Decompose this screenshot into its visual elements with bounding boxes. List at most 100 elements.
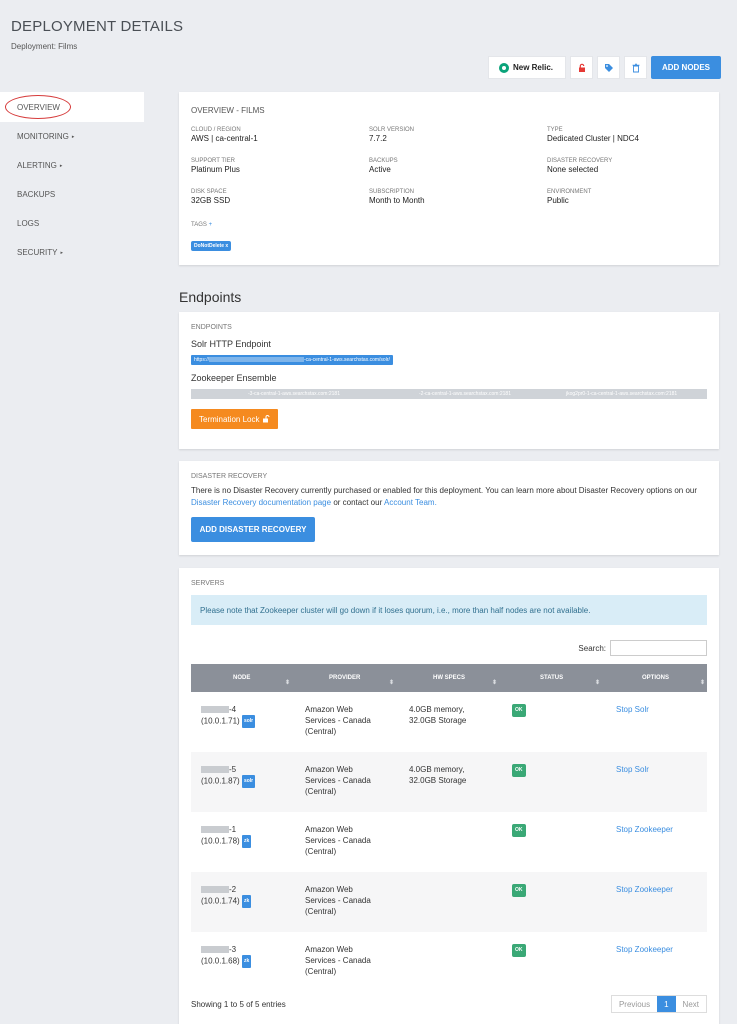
provider-line: Services - Canada	[305, 956, 371, 965]
sidebar-item-security[interactable]: SECURITY ▸	[0, 238, 144, 267]
status-badge: OK	[512, 764, 526, 777]
provider-line: Services - Canada	[305, 896, 371, 905]
overview-title: OVERVIEW - FILMS	[191, 106, 265, 115]
disaster-recovery-card: DISASTER RECOVERY There is no Disaster R…	[179, 461, 719, 555]
stop-solr-link[interactable]: Stop Solr	[616, 705, 649, 714]
sidebar-item-logs[interactable]: LOGS	[0, 209, 144, 238]
sidebar-item-alerting[interactable]: ALERTING ▸	[0, 151, 144, 180]
provider-line: Amazon Web	[305, 825, 353, 834]
column-node[interactable]: NODE	[233, 675, 250, 681]
lock-button[interactable]	[570, 56, 593, 79]
field-value: Platinum Plus	[191, 165, 240, 174]
table-row: -1 (10.0.1.78) zk Amazon Web Services - Ca…	[191, 812, 707, 872]
redacted-node	[201, 826, 229, 834]
provider-cell: Amazon Web Services - Canada (Central)	[305, 764, 371, 797]
url-suffix: -ca-central-1-aws.searchstax.com/solr/	[304, 357, 390, 363]
node-name: -2	[229, 885, 237, 894]
provider-line: (Central)	[305, 727, 337, 736]
page-1-button[interactable]: 1	[657, 996, 676, 1012]
field-solr-version: SOLR VERSION 7.7.2	[369, 127, 414, 143]
options-cell: Stop Zookeeper	[616, 884, 673, 895]
status-cell: OK	[512, 883, 526, 897]
lock-icon	[578, 63, 585, 72]
add-nodes-button[interactable]: ADD NODES	[651, 56, 721, 79]
zk-host: jkog2pr0-1-ca-central-1-aws.searchstax.c…	[566, 391, 678, 397]
provider-line: Services - Canada	[305, 836, 371, 845]
sort-icon: ⬍	[492, 680, 498, 686]
tags-label-text: TAGS	[191, 222, 207, 228]
field-type: TYPE Dedicated Cluster | NDC4	[547, 127, 639, 143]
provider-line: Services - Canada	[305, 716, 371, 725]
table-row: -5 (10.0.1.87) solr Amazon Web Services - …	[191, 752, 707, 812]
add-tag-button[interactable]: +	[209, 222, 213, 228]
entries-count: Showing 1 to 5 of 5 entries	[191, 1000, 286, 1009]
status-cell: OK	[512, 943, 526, 957]
provider-cell: Amazon Web Services - Canada (Central)	[305, 884, 371, 917]
sidebar-item-backups[interactable]: BACKUPS	[0, 180, 144, 209]
solr-endpoint-url[interactable]: https:// -ca-central-1-aws.searchstax.com…	[191, 355, 393, 365]
trash-icon	[632, 63, 639, 72]
node-ip: (10.0.1.87)	[201, 776, 240, 786]
dr-text-part: or contact our	[333, 498, 383, 507]
delete-button[interactable]	[624, 56, 647, 79]
redacted-node	[201, 706, 229, 714]
spec-line: 4.0GB memory,	[409, 705, 465, 714]
provider-line: Amazon Web	[305, 945, 353, 954]
previous-page-button[interactable]: Previous	[611, 996, 658, 1012]
account-team-link[interactable]: Account Team.	[384, 498, 437, 507]
tag-icon	[604, 63, 613, 72]
termination-lock-button[interactable]: Termination Lock	[191, 409, 279, 429]
dr-docs-link[interactable]: Disaster Recovery documentation page	[191, 498, 331, 507]
toolbar: New Relic. ADD NODES	[487, 56, 721, 79]
new-relic-button[interactable]: New Relic.	[487, 56, 566, 79]
search-input[interactable]	[610, 640, 707, 656]
provider-line: (Central)	[305, 967, 337, 976]
sort-icon: ⬍	[285, 680, 291, 686]
stop-zookeeper-link[interactable]: Stop Zookeeper	[616, 945, 673, 954]
next-page-button[interactable]: Next	[675, 996, 706, 1012]
role-badge: zk	[241, 955, 252, 968]
zookeeper-ensemble[interactable]: -3-ca-central-1-aws.searchstax.com:2181 …	[191, 389, 707, 399]
column-hw-specs[interactable]: HW SPECS	[433, 675, 465, 681]
table-row: -2 (10.0.1.74) zk Amazon Web Services - Ca…	[191, 872, 707, 932]
stop-zookeeper-link[interactable]: Stop Zookeeper	[616, 825, 673, 834]
role-badge: solr	[241, 775, 256, 788]
sort-icon: ⬍	[389, 680, 395, 686]
role-badge: solr	[241, 715, 256, 728]
field-label: ENVIRONMENT	[547, 189, 592, 195]
servers-card: SERVERS Please note that Zookeeper clust…	[179, 568, 719, 1024]
field-environment: ENVIRONMENT Public	[547, 189, 591, 205]
node-name: -3	[229, 945, 237, 954]
redacted-node	[201, 946, 229, 954]
termination-lock-label: Termination Lock	[199, 414, 260, 424]
status-cell: OK	[512, 763, 526, 777]
node-cell: -2 (10.0.1.74) zk	[201, 884, 252, 908]
tag-pill[interactable]: DoNotDelete x	[191, 241, 232, 251]
status-badge: OK	[512, 944, 526, 957]
tag-button[interactable]	[597, 56, 620, 79]
field-backups: BACKUPS Active	[369, 158, 398, 174]
node-name: -5	[229, 765, 237, 774]
status-badge: OK	[512, 824, 526, 837]
options-cell: Stop Solr	[616, 704, 649, 715]
spec-line: 32.0GB Storage	[409, 716, 467, 725]
column-options[interactable]: OPTIONS	[642, 675, 669, 681]
provider-line: (Central)	[305, 847, 337, 856]
zk-host: -3-ca-central-1-aws.searchstax.com:2181	[248, 391, 340, 397]
sidebar-item-monitoring[interactable]: MONITORING ▸	[0, 122, 144, 151]
field-value: AWS | ca-central-1	[191, 134, 258, 143]
provider-line: Amazon Web	[305, 765, 353, 774]
node-name: -4	[229, 705, 237, 714]
sidebar-item-label: BACKUPS	[17, 190, 56, 199]
column-provider[interactable]: PROVIDER	[329, 675, 360, 681]
stop-solr-link[interactable]: Stop Solr	[616, 765, 649, 774]
deployment-subtitle: Deployment: Films	[11, 42, 78, 51]
sidebar: OVERVIEW MONITORING ▸ ALERTING ▸ BACKUPS L…	[0, 92, 144, 267]
stop-zookeeper-link[interactable]: Stop Zookeeper	[616, 885, 673, 894]
disaster-recovery-title: DISASTER RECOVERY	[191, 473, 268, 480]
role-badge: zk	[241, 835, 252, 848]
status-badge: OK	[512, 704, 526, 717]
column-status[interactable]: STATUS	[540, 675, 563, 681]
table-header: NODE ⬍ PROVIDER ⬍ HW SPECS ⬍ STATUS ⬍ OP…	[191, 664, 707, 692]
add-disaster-recovery-button[interactable]: ADD DISASTER RECOVERY	[191, 517, 315, 542]
